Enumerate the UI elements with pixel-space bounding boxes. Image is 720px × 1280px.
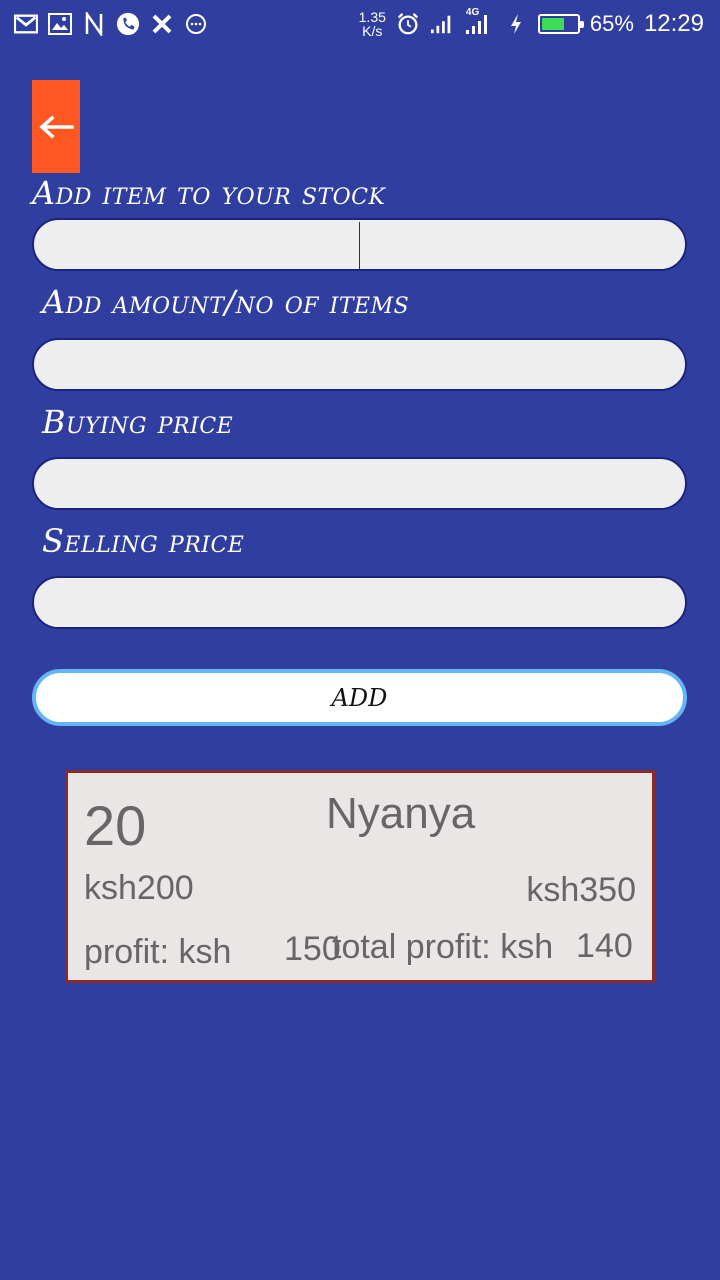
buying-price-field[interactable] (32, 457, 687, 510)
battery-percent: 65% (589, 11, 634, 36)
n-icon (82, 12, 106, 36)
stock-item-card[interactable]: 20 Nyanya ksh200 ksh350 profit: ksh 150 … (65, 770, 655, 983)
gmail-icon (14, 12, 38, 36)
total-profit-label: total profit: ksh (332, 928, 554, 966)
amount-label: Add amount/no of items (42, 283, 410, 321)
notification-icons (14, 10, 208, 38)
x-icon (150, 12, 174, 36)
network-speed: 1.35 K/s (359, 10, 386, 38)
amount-field[interactable] (32, 338, 687, 391)
total-profit-value: 140 (576, 927, 633, 965)
selling-price-label: Selling price (42, 522, 245, 560)
item-name: Nyanya (326, 789, 476, 838)
status-bar: 1.35 K/s 4G 65% 12:29 (0, 0, 720, 48)
buying-price-value: ksh200 (84, 869, 194, 907)
net-speed-unit: K/s (362, 23, 383, 39)
selling-price-field[interactable] (32, 576, 687, 629)
clock: 12:29 (643, 10, 704, 37)
alarm-icon (396, 12, 420, 36)
selling-price-value: ksh350 (526, 871, 636, 909)
item-quantity: 20 (84, 794, 147, 857)
buying-price-label: Buying price (42, 403, 234, 441)
text-cursor (359, 222, 360, 271)
signal-icon (430, 12, 454, 36)
system-status: 1.35 K/s 4G 65% 12:29 (359, 8, 704, 40)
image-icon (48, 12, 72, 36)
amount-input[interactable] (34, 340, 685, 389)
battery-fill (541, 18, 564, 30)
network-type: 4G (465, 7, 480, 18)
signal-4g-icon: 4G (464, 8, 494, 36)
item-label: Add item to your stock (32, 174, 386, 212)
battery-icon (537, 14, 584, 34)
buying-price-input[interactable] (34, 459, 685, 508)
net-speed-value: 1.35 (358, 9, 386, 25)
back-button[interactable] (32, 80, 80, 173)
item-field[interactable] (32, 218, 687, 271)
profit-label: profit: ksh (84, 933, 232, 971)
add-button[interactable]: ADD (32, 669, 687, 726)
arrow-left-icon (39, 115, 74, 138)
charging-icon (504, 12, 528, 36)
phone-icon (116, 12, 140, 36)
chat-icon (184, 12, 208, 36)
selling-price-input[interactable] (34, 578, 685, 627)
